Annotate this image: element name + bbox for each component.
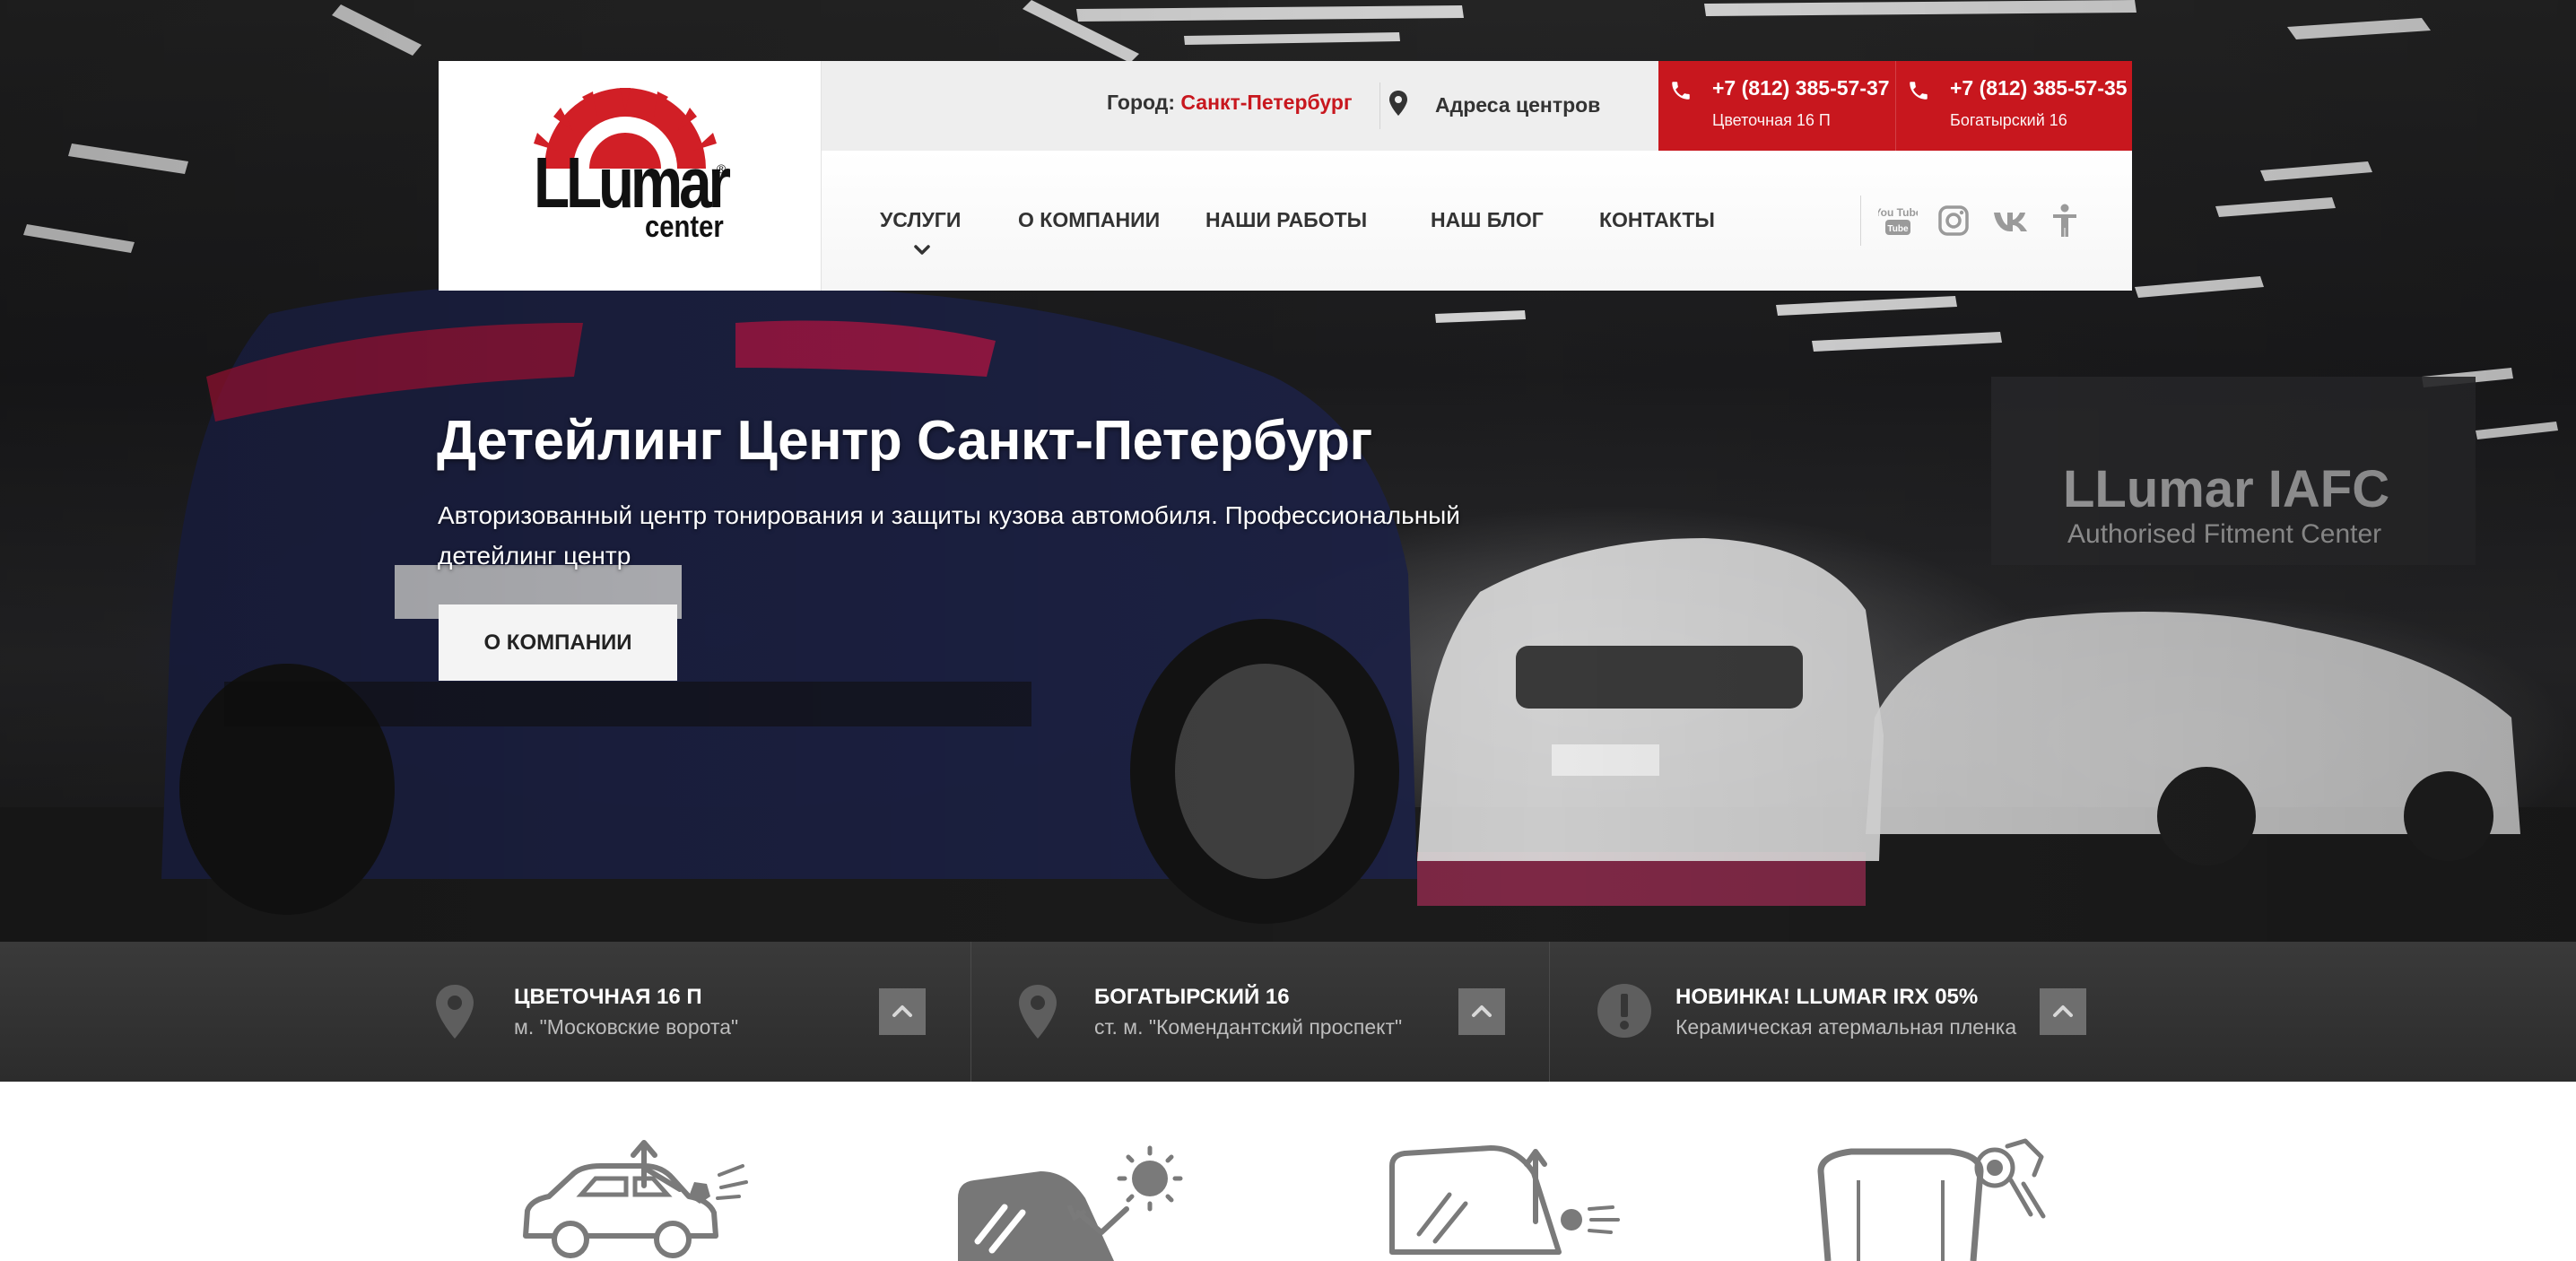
nav-item-blog[interactable]: НАШ БЛОГ [1431, 208, 1544, 232]
map-pin-icon [1019, 985, 1057, 1039]
info-card-bogatyrsky[interactable]: БОГАТЫРСКИЙ 16 ст. м. "Комендантский про… [970, 942, 1549, 1082]
info-title: БОГАТЫРСКИЙ 16 [1094, 985, 1290, 1009]
youtube-icon[interactable]: You Tube Tube [1878, 201, 1918, 240]
logo-brand-text: LLumar [534, 143, 731, 222]
phone-address: Богатырский 16 [1950, 111, 2067, 129]
hero-title: Детейлинг Центр Санкт-Петербург [437, 410, 1372, 472]
chevron-up-icon [1472, 1005, 1492, 1017]
car-body-protection-icon[interactable] [518, 1135, 761, 1261]
phones-block: +7 (812) 385-57-37 Цветочная 16 П +7 (81… [1658, 61, 2132, 151]
phone-number: +7 (812) 385-57-35 [1950, 76, 2128, 100]
info-strip: ЦВЕТОЧНАЯ 16 П м. "Московские ворота" БО… [0, 942, 2576, 1082]
vk-icon[interactable] [1991, 201, 2031, 240]
site-header: LLumar ® center Город: Санкт-Петербург А… [439, 61, 2132, 291]
map-pin-icon [436, 985, 474, 1039]
instagram-icon[interactable] [1934, 201, 1973, 240]
city-selector[interactable]: Город: Санкт-Петербург [1107, 91, 1353, 115]
hood-protection-icon[interactable] [1815, 1135, 2058, 1261]
nav-item-about[interactable]: О КОМПАНИИ [1018, 208, 1160, 232]
svg-text:Tube: Tube [1887, 224, 1909, 234]
nav-item-services[interactable]: УСЛУГИ [880, 208, 961, 232]
windshield-protection-icon[interactable] [1383, 1135, 1625, 1261]
expand-button[interactable] [2040, 988, 2086, 1035]
logo-reg-mark: ® [717, 161, 727, 176]
about-company-button[interactable]: О КОМПАНИИ [439, 604, 677, 681]
logo[interactable]: LLumar ® center [439, 61, 822, 291]
exclamation-icon [1597, 984, 1651, 1038]
chevron-up-icon [892, 1005, 912, 1017]
phone-2[interactable]: +7 (812) 385-57-35 Богатырский 16 [1895, 61, 2132, 151]
accessibility-icon[interactable] [2045, 201, 2084, 240]
topbar-divider [1379, 83, 1380, 129]
expand-button[interactable] [1458, 988, 1505, 1035]
nav-item-works[interactable]: НАШИ РАБОТЫ [1205, 208, 1367, 232]
main-nav: УСЛУГИ О КОМПАНИИ НАШИ РАБОТЫ НАШ БЛОГ К… [822, 151, 2132, 291]
chevron-down-icon[interactable] [913, 244, 931, 257]
info-card-news[interactable]: НОВИНКА! LLUMAR IRX 05% Керамическая ате… [1549, 942, 2177, 1082]
header-topbar: Город: Санкт-Петербург Адреса центров +7… [822, 61, 2132, 151]
info-title: НОВИНКА! LLUMAR IRX 05% [1675, 985, 1979, 1009]
info-text: м. "Московские ворота" [514, 1015, 739, 1039]
phone-number: +7 (812) 385-57-37 [1712, 76, 1890, 100]
chevron-up-icon [2053, 1005, 2073, 1017]
phone-icon [1672, 82, 1690, 100]
phone-icon [1910, 82, 1928, 100]
logo-sub-text: center [645, 210, 724, 244]
services-icons [0, 1082, 2576, 1261]
info-title: ЦВЕТОЧНАЯ 16 П [514, 985, 702, 1009]
city-label: Город: [1107, 91, 1175, 114]
addresses-label: Адреса центров [1435, 93, 1601, 117]
svg-text:You Tube: You Tube [1878, 206, 1918, 219]
map-pin-icon [1389, 91, 1407, 116]
nav-divider [1860, 196, 1861, 246]
info-card-tsvetochnaya[interactable]: ЦВЕТОЧНАЯ 16 П м. "Московские ворота" [0, 942, 970, 1082]
hero-subtitle: Авторизованный центр тонирования и защит… [438, 501, 1460, 570]
phone-address: Цветочная 16 П [1712, 111, 1831, 129]
info-text: ст. м. "Комендантский проспект" [1094, 1015, 1403, 1039]
info-text: Керамическая атермальная пленка [1675, 1015, 2017, 1039]
window-tinting-icon[interactable] [951, 1135, 1184, 1261]
addresses-link[interactable]: Адреса центров [1389, 91, 1601, 117]
nav-item-contacts[interactable]: КОНТАКТЫ [1599, 208, 1715, 232]
expand-button[interactable] [879, 988, 926, 1035]
phone-1[interactable]: +7 (812) 385-57-37 Цветочная 16 П [1658, 61, 1895, 151]
city-value[interactable]: Санкт-Петербург [1180, 91, 1352, 114]
